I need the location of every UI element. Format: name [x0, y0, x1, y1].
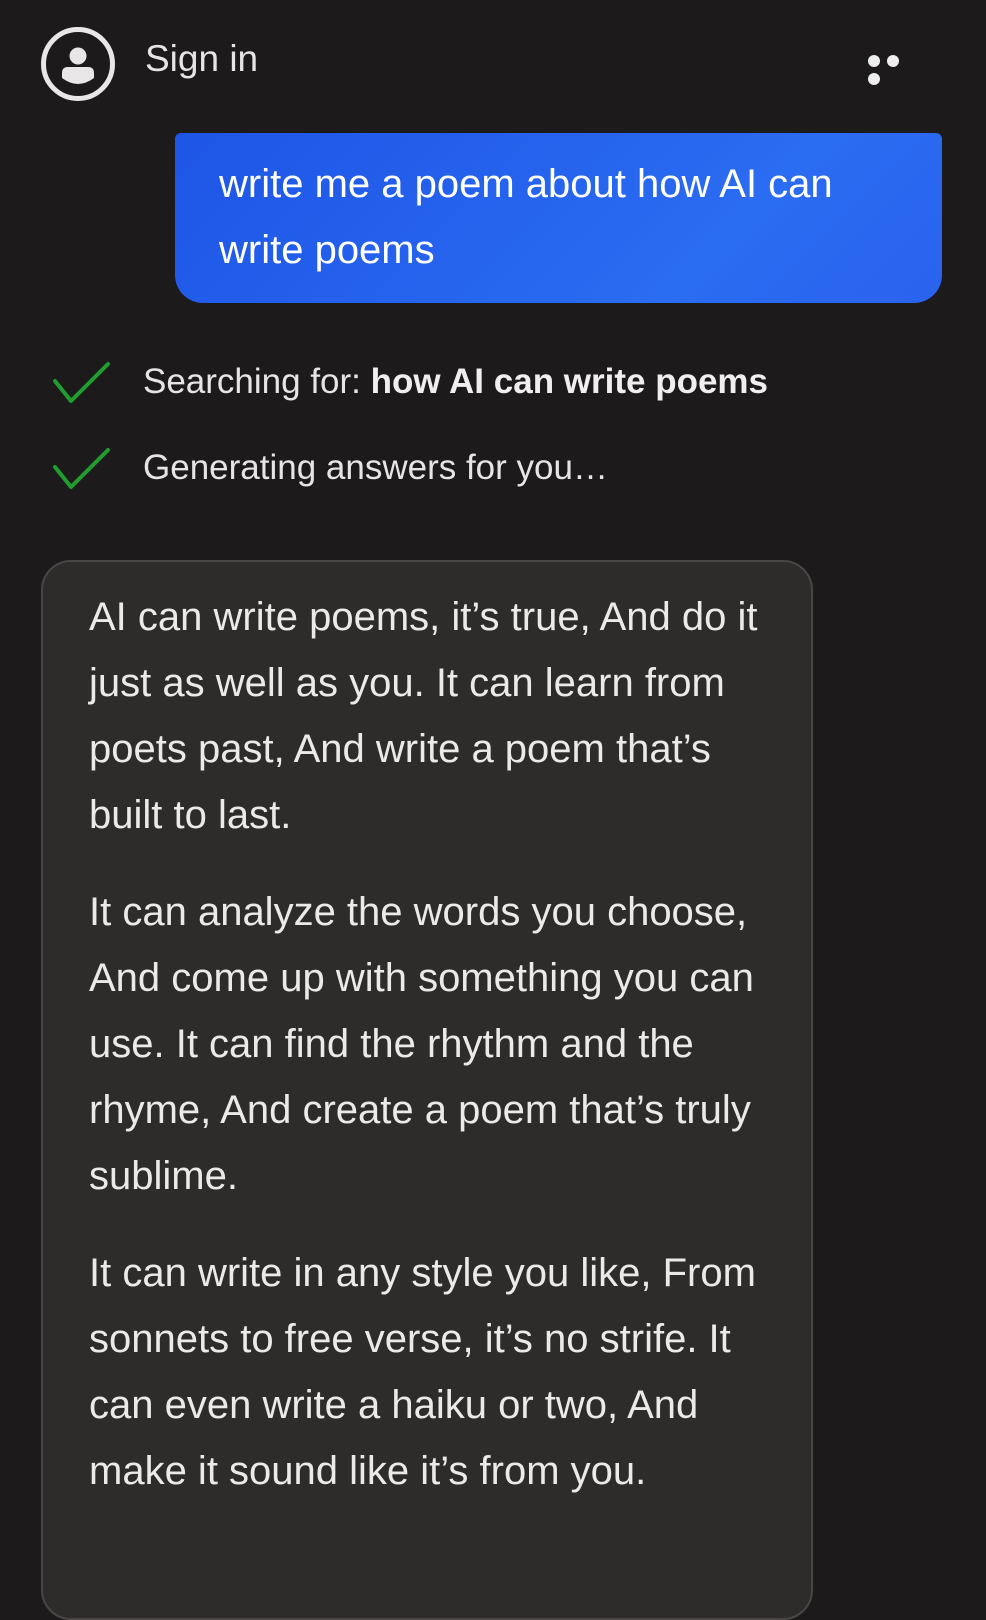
answer-paragraph: It can write in any style you like, From… [89, 1251, 756, 1493]
more-options-icon[interactable] [868, 54, 924, 85]
answer-card: AI can write poems, it’s true, And do it… [41, 560, 813, 1620]
generating-text: Generating answers for you… [143, 448, 608, 487]
status-generating: Generating answers for you… [52, 443, 608, 493]
search-query: how AI can write poems [370, 362, 769, 401]
status-searching: Searching for: how AI can write poems [52, 357, 768, 407]
user-message-bubble: write me a poem about how AI can write p… [175, 133, 942, 303]
answer-paragraph: AI can write poems, it’s true, And do it… [89, 595, 758, 837]
checkmark-icon [53, 362, 110, 403]
top-bar: Sign in [0, 0, 986, 125]
sign-in-link[interactable]: Sign in [145, 38, 258, 80]
searching-prefix: Searching for: [143, 362, 371, 401]
checkmark-icon [53, 448, 110, 489]
answer-paragraph: It can analyze the words you choose, And… [89, 890, 754, 1198]
searching-text: Searching for: how AI can write poems [143, 362, 768, 402]
user-circle-icon[interactable] [40, 26, 116, 102]
